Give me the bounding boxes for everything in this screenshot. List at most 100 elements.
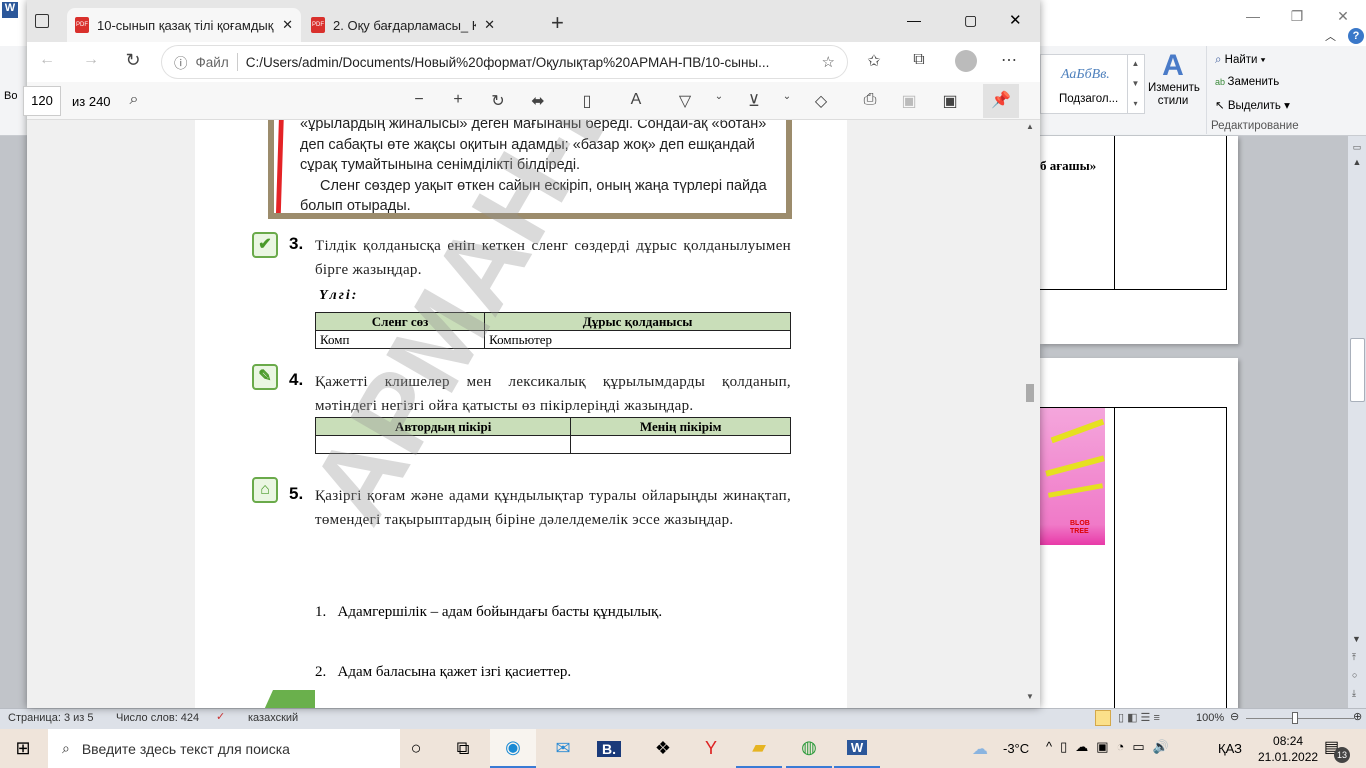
mail-icon[interactable]: ✉ xyxy=(540,729,586,768)
cortana-icon[interactable]: ○ xyxy=(393,729,439,768)
zoom-in-icon[interactable]: ⊕ xyxy=(1353,710,1362,723)
maximize-button[interactable]: ▢ xyxy=(964,12,977,29)
highlight-icon[interactable]: ⊻ xyxy=(742,91,766,111)
search-box[interactable]: ⌕ Введите здесь текст для поиска xyxy=(48,729,400,768)
pdf-scrollbar[interactable]: ▲ ▼ xyxy=(1020,120,1040,708)
word-app-icon: W xyxy=(2,2,18,18)
search-placeholder: Введите здесь текст для поиска xyxy=(81,740,290,757)
minimize-button[interactable]: — xyxy=(907,12,921,28)
next-page-icon[interactable]: ⤓ xyxy=(1352,688,1356,699)
back-button[interactable]: ← xyxy=(35,51,59,69)
word-vertical-scrollbar[interactable]: ▭ ▲ ▼ ⤒ ○ ⤓ xyxy=(1348,136,1366,708)
task-number: 3. xyxy=(289,234,304,253)
close-window-button[interactable]: ✕ xyxy=(1009,11,1022,29)
page-count[interactable]: Страница: 3 из 5 xyxy=(8,712,94,724)
tab-inactive[interactable]: PDF 2. Оқу бағдарламасы_ Қазақ тілі ✕ xyxy=(303,8,503,42)
word-scroll-thumb[interactable] xyxy=(1350,338,1365,402)
styles-icon: A xyxy=(1162,49,1184,82)
address-url[interactable]: C:/Users/admin/Documents/Новый%20формат/… xyxy=(246,55,770,70)
file-explorer-icon[interactable]: ▰ xyxy=(736,729,782,768)
page-view-icon[interactable]: ▯ xyxy=(575,91,599,111)
prev-page-icon[interactable]: ⤒ xyxy=(1352,652,1356,663)
select-button[interactable]: ↖ Выделить ▾ xyxy=(1215,98,1290,112)
pdf-icon: PDF xyxy=(311,17,325,33)
zoom-out-icon[interactable]: ⊖ xyxy=(1230,710,1239,723)
change-styles-button[interactable]: A Изменить стили xyxy=(1148,49,1200,108)
booking-icon[interactable]: B. xyxy=(586,729,632,768)
browse-object-icon[interactable]: ○ xyxy=(1352,670,1357,680)
zoom-level[interactable]: 100% xyxy=(1196,712,1224,724)
tab-active[interactable]: PDF 10-сынып қазақ тілі қоғамдық-г ✕ xyxy=(67,8,301,42)
favorites-icon[interactable]: ✩ xyxy=(862,51,886,71)
zoom-out-icon[interactable]: − xyxy=(407,91,431,109)
search-icon[interactable]: ⌕ xyxy=(122,91,146,109)
highlight-dropdown-icon[interactable]: ⌄ xyxy=(775,91,799,102)
edge-taskbar-icon[interactable]: ◉ xyxy=(490,729,536,768)
zoom-in-icon[interactable]: + xyxy=(446,91,470,109)
zoom-slider[interactable] xyxy=(1246,718,1354,719)
scroll-up-arrow[interactable]: ▲ xyxy=(1020,122,1040,131)
help-icon[interactable]: ? xyxy=(1348,28,1364,44)
close-tab-icon[interactable]: ✕ xyxy=(282,17,293,33)
scroll-down-arrow[interactable]: ▼ xyxy=(1352,634,1361,644)
scroll-down-arrow[interactable]: ▼ xyxy=(1026,692,1034,701)
rotate-icon[interactable]: ↻ xyxy=(486,91,510,111)
close-tab-icon[interactable]: ✕ xyxy=(484,17,495,33)
read-aloud-icon[interactable]: A xyxy=(624,91,648,109)
word-taskbar-icon[interactable]: W xyxy=(834,729,880,768)
save-icon[interactable]: ▣ xyxy=(897,91,921,111)
editing-group-label: Редактирование xyxy=(1211,120,1299,132)
minimize-button[interactable]: — xyxy=(1238,8,1268,24)
refresh-button[interactable]: ↻ xyxy=(121,50,145,71)
table-cell-text: б ағашы» xyxy=(1040,158,1097,173)
pdf-scroll-thumb[interactable] xyxy=(1026,384,1034,402)
replace-label: Заменить xyxy=(1227,76,1280,88)
pin-toolbar-icon[interactable]: 📌 xyxy=(983,84,1019,118)
binoculars-icon: ⌕ xyxy=(1215,54,1225,66)
forward-button[interactable]: → xyxy=(79,51,103,69)
weather-icon[interactable]: ☁ xyxy=(972,739,988,759)
info-icon[interactable]: ⓘ xyxy=(174,52,188,72)
clock[interactable]: 08:24 21.01.2022 xyxy=(1258,733,1318,765)
start-button[interactable]: ⊞ xyxy=(0,729,46,768)
replace-button[interactable]: ab Заменить xyxy=(1215,76,1279,88)
zoom-slider-thumb[interactable] xyxy=(1292,712,1298,724)
tab-actions-icon[interactable] xyxy=(35,14,49,28)
language-indicator[interactable]: казахский xyxy=(248,712,298,724)
chrome-icon[interactable]: ◍ xyxy=(786,729,832,768)
home-task-icon: ⌂ xyxy=(252,477,278,503)
print-icon[interactable]: ⎙ xyxy=(858,91,882,109)
eraser-icon[interactable]: ◇ xyxy=(809,91,833,111)
yandex-icon[interactable]: Y xyxy=(688,729,734,768)
restore-button[interactable]: ❐ xyxy=(1282,8,1312,25)
draw-icon[interactable]: ▽ xyxy=(673,91,697,111)
replace-icon: ab xyxy=(1215,77,1228,87)
close-button[interactable]: ✕ xyxy=(1328,8,1358,25)
task-view-icon[interactable]: ⧉ xyxy=(440,729,486,768)
weather-temp[interactable]: -3°C xyxy=(1003,741,1029,756)
style-subheading[interactable]: Подзагол... xyxy=(1059,93,1118,105)
tray-icons[interactable]: ^▯☁▣◔▭🔊 xyxy=(1046,739,1177,755)
page-number-input[interactable]: 120 xyxy=(23,86,61,116)
scroll-up-arrow[interactable]: ▲ xyxy=(1348,157,1366,167)
spellcheck-icon[interactable]: ✓ xyxy=(216,710,225,723)
print-layout-icon[interactable] xyxy=(1095,710,1111,726)
word-count[interactable]: Число слов: 424 xyxy=(116,712,199,724)
new-tab-button[interactable]: + xyxy=(551,10,564,36)
change-styles-label: Изменить стили xyxy=(1148,82,1200,107)
collections-icon[interactable]: ⧉ xyxy=(907,51,931,69)
collapse-ribbon-icon[interactable]: ︿ xyxy=(1325,28,1336,44)
find-button[interactable]: ⌕ Найти ▾ xyxy=(1215,54,1266,67)
add-favorite-icon[interactable]: ☆ xyxy=(822,53,835,71)
fit-width-icon[interactable]: ⬌ xyxy=(526,91,550,111)
save-as-icon[interactable]: ▣ xyxy=(938,91,962,111)
view-modes-icons[interactable]: ▯ ◧ ☰ ≡ xyxy=(1118,711,1160,724)
dropbox-icon[interactable]: ❖ xyxy=(640,729,686,768)
styles-scroll[interactable]: ▲ ▼ ▾ xyxy=(1127,54,1143,114)
language-indicator[interactable]: ҚАЗ xyxy=(1218,741,1242,756)
ruler-toggle-icon[interactable]: ▭ xyxy=(1348,142,1366,153)
address-bar[interactable]: ⓘ Файл C:/Users/admin/Documents/Новый%20… xyxy=(162,46,847,78)
profile-avatar[interactable] xyxy=(955,50,977,72)
more-menu-icon[interactable]: ⋯ xyxy=(997,50,1021,70)
draw-dropdown-icon[interactable]: ⌄ xyxy=(707,91,731,102)
